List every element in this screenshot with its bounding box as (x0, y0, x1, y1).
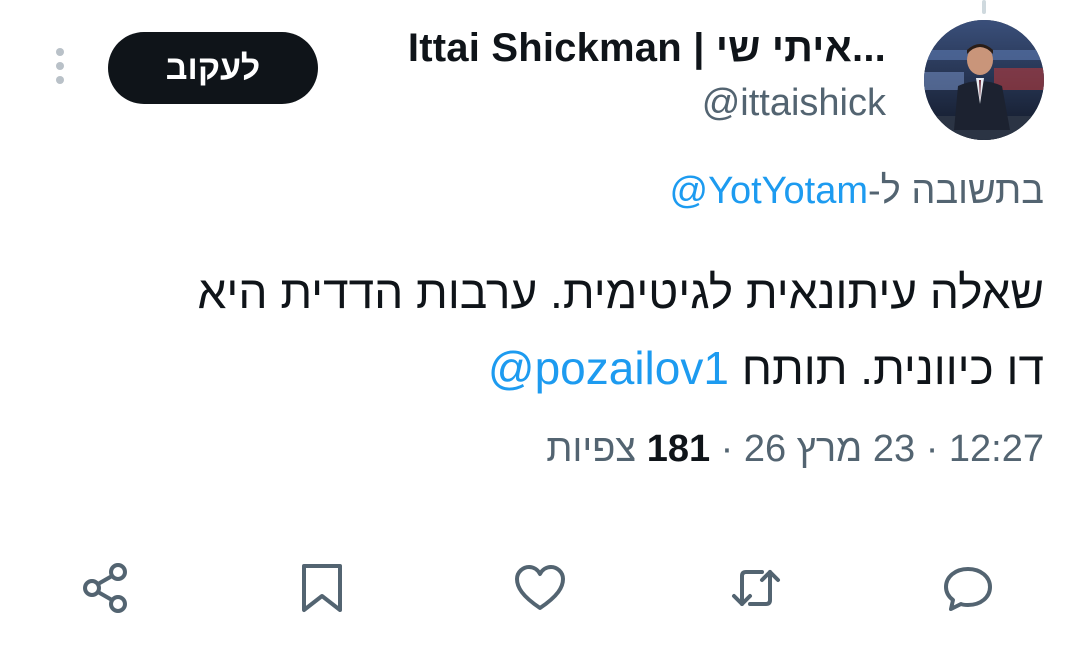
bookmark-button[interactable] (294, 560, 350, 616)
reply-button[interactable] (940, 560, 996, 616)
tweet-text-line-2-text: דו כיוונית. תותח (741, 342, 1044, 394)
reply-bubble-icon (944, 567, 992, 611)
meta-separator: · (720, 428, 734, 470)
repost-arrows-icon (732, 570, 780, 606)
repost-button[interactable] (728, 560, 784, 616)
tweet-text-line-1: שאלה עיתונאית לגיטימית. ערבות הדדית היא (197, 266, 1044, 318)
tweet-time[interactable]: 12:27 (949, 428, 1044, 470)
avatar[interactable] (924, 20, 1044, 140)
reply-prefix: בתשובה ל- (868, 170, 1044, 212)
more-vertical-icon[interactable] (48, 44, 72, 92)
reply-context: בתשובה ל-@YotYotam (670, 170, 1044, 213)
views-count[interactable]: 181 (647, 428, 710, 470)
bookmark-icon (302, 564, 342, 612)
views-label: צפיות (546, 428, 637, 470)
reply-mention-link[interactable]: @YotYotam (670, 170, 868, 212)
author-display-name[interactable]: Ittai Shickman | איתי שי... (408, 26, 886, 71)
tweet-text-line-2: דו כיוונית. תותח @pozailov1 (44, 330, 1044, 406)
follow-button-label: לעקוב (165, 48, 261, 87)
heart-icon (515, 565, 565, 610)
share-icon (83, 563, 127, 613)
tweet-text: שאלה עיתונאית לגיטימית. ערבות הדדית היא … (44, 254, 1044, 406)
author-handle[interactable]: @ittaishick (702, 82, 886, 125)
follow-button[interactable]: לעקוב (108, 32, 318, 104)
scroll-indicator (982, 0, 986, 14)
tweet-mention-link[interactable]: @pozailov1 (488, 342, 729, 394)
share-button[interactable] (78, 560, 134, 616)
tweet-date[interactable]: 23 מרץ 26 (744, 428, 915, 470)
like-button[interactable] (512, 560, 568, 616)
meta-separator: · (925, 428, 939, 470)
tweet-meta: 12:27 · 23 מרץ 26 · 181 צפיות (546, 428, 1044, 471)
